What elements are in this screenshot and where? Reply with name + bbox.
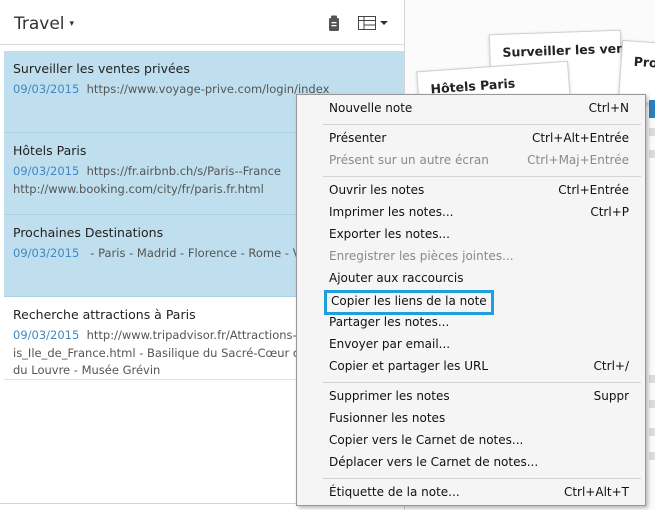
note-title: Recherche attractions à Paris	[13, 307, 196, 322]
note-list-toolbar: Travel ▾	[0, 0, 404, 45]
menu-item-deplacer-vers-carnet[interactable]: Déplacer vers le Carnet de notes...	[297, 452, 645, 474]
note-date: 09/03/2015	[13, 246, 80, 260]
menu-item-label: Copier et partager les URL	[329, 359, 489, 373]
note-context-menu: Nouvelle note Ctrl+N Présenter Ctrl+Alt+…	[296, 94, 646, 506]
chevron-down-icon: ▾	[69, 19, 75, 29]
note-title: Hôtels Paris	[13, 143, 87, 158]
menu-separator	[323, 176, 641, 177]
menu-separator	[323, 124, 641, 125]
menu-item-shortcut: Ctrl+Maj+Entrée	[527, 153, 629, 167]
menu-item-label: Ouvrir les notes	[329, 183, 425, 197]
menu-item-enregistrer-pieces-jointes[interactable]: Enregistrer les pièces jointes...	[297, 246, 645, 268]
note-date: 09/03/2015	[13, 164, 80, 178]
note-title: Surveiller les ventes privées	[13, 61, 190, 76]
preview-thumb-title: Pro	[633, 53, 655, 71]
note-title: Prochaines Destinations	[13, 225, 164, 240]
note-date: 09/03/2015	[13, 328, 80, 342]
menu-item-label: Enregistrer les pièces jointes...	[329, 249, 514, 263]
preview-thumb-title: Surveiller les vente	[502, 40, 640, 60]
menu-item-nouvelle-note[interactable]: Nouvelle note Ctrl+N	[297, 98, 645, 120]
menu-item-label: Étiquette de la note...	[329, 485, 460, 499]
menu-item-label: Nouvelle note	[329, 101, 413, 115]
menu-item-envoyer-email[interactable]: Envoyer par email...	[297, 334, 645, 356]
menu-item-shortcut: Ctrl+Alt+T	[563, 485, 629, 499]
notebook-title: Travel	[14, 14, 65, 34]
menu-item-shortcut: Ctrl+/	[593, 359, 629, 373]
note-date: 09/03/2015	[13, 82, 80, 96]
menu-item-label: Exporter les notes...	[329, 227, 450, 241]
notebook-selector[interactable]: Travel ▾	[14, 14, 74, 34]
menu-item-exporter-notes[interactable]: Exporter les notes...	[297, 224, 645, 246]
menu-item-copier-liens-note[interactable]: Copier les liens de la note	[297, 290, 645, 315]
menu-item-label: Ajouter aux raccourcis	[329, 271, 464, 285]
menu-item-copier-vers-carnet[interactable]: Copier vers le Carnet de notes...	[297, 430, 645, 452]
menu-item-imprimer-notes[interactable]: Imprimer les notes... Ctrl+P	[297, 202, 645, 224]
view-options-icon[interactable]	[358, 15, 390, 34]
menu-item-label: Fusionner les notes	[329, 411, 446, 425]
menu-item-label: Supprimer les notes	[329, 389, 450, 403]
menu-item-label: Partager les notes...	[329, 315, 450, 329]
notebook-clip-icon[interactable]	[328, 15, 340, 35]
menu-item-ouvrir-notes[interactable]: Ouvrir les notes Ctrl+Entrée	[297, 180, 645, 202]
menu-item-label: Imprimer les notes...	[329, 205, 454, 219]
menu-item-label: Envoyer par email...	[329, 337, 451, 351]
menu-item-presenter[interactable]: Présenter Ctrl+Alt+Entrée	[297, 128, 645, 150]
menu-item-shortcut: Ctrl+N	[588, 101, 629, 115]
menu-item-label: Déplacer vers le Carnet de notes...	[329, 455, 539, 469]
menu-item-label: Présenter	[329, 131, 387, 145]
menu-separator	[323, 382, 641, 383]
menu-item-ajouter-raccourcis[interactable]: Ajouter aux raccourcis	[297, 268, 645, 290]
menu-item-label: Présent sur un autre écran	[329, 153, 489, 167]
menu-item-shortcut: Ctrl+Entrée	[558, 183, 629, 197]
menu-item-etiquette-note[interactable]: Étiquette de la note... Ctrl+Alt+T	[297, 482, 645, 504]
menu-item-shortcut: Ctrl+P	[590, 205, 629, 219]
menu-item-copier-partager-url[interactable]: Copier et partager les URL Ctrl+/	[297, 356, 645, 378]
menu-item-shortcut: Suppr	[593, 389, 629, 403]
menu-item-fusionner-notes[interactable]: Fusionner les notes	[297, 408, 645, 430]
menu-item-partager-notes[interactable]: Partager les notes...	[297, 312, 645, 334]
menu-item-present-autre-ecran[interactable]: Présent sur un autre écran Ctrl+Maj+Entr…	[297, 150, 645, 172]
menu-item-label: Copier vers le Carnet de notes...	[329, 433, 524, 447]
menu-item-shortcut: Ctrl+Alt+Entrée	[531, 131, 629, 145]
menu-separator	[323, 478, 641, 479]
menu-item-supprimer-notes[interactable]: Supprimer les notes Suppr	[297, 386, 645, 408]
